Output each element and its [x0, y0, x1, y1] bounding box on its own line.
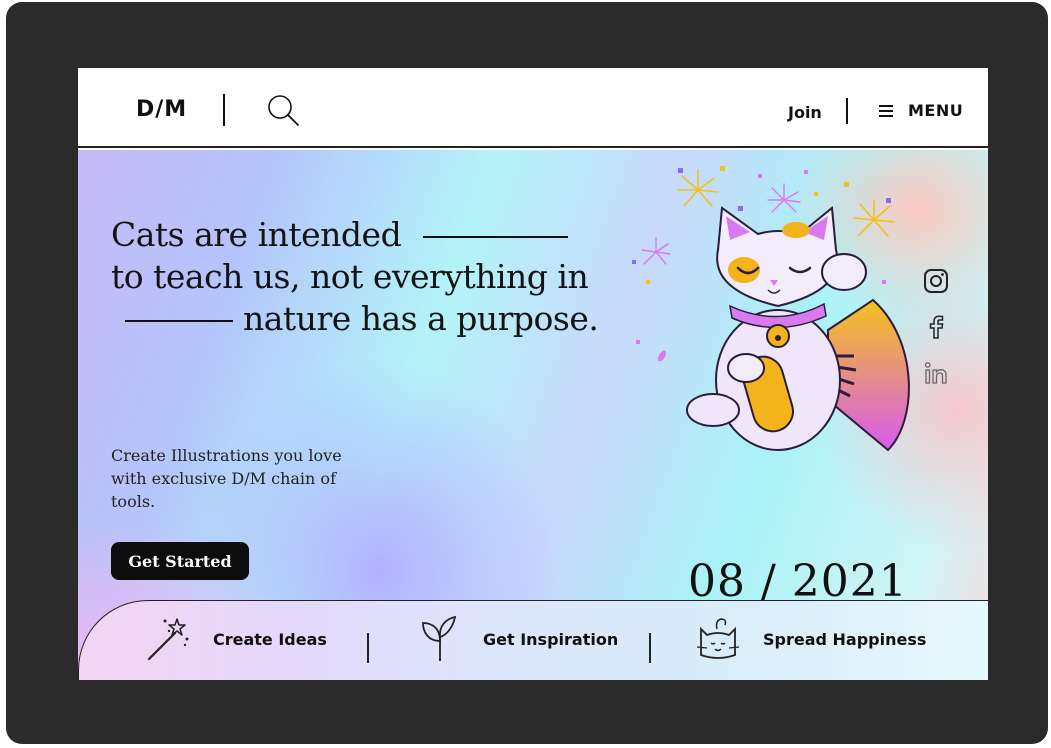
lucky-cat-illustration — [632, 166, 910, 452]
instagram-icon[interactable] — [923, 268, 949, 294]
magic-wand-icon — [147, 618, 189, 661]
feature-label: Get Inspiration — [483, 629, 619, 649]
hero-subtext: Create Illustrations you love with exclu… — [111, 446, 342, 511]
headline-line-2: to teach us, not everything in — [111, 257, 589, 296]
headline-line-3: nature has a purpose. — [243, 299, 599, 338]
feature-create-ideas[interactable]: Create Ideas — [145, 615, 327, 663]
top-navbar: D/M Join MENU — [78, 68, 988, 148]
headline-line-1: Cats are intended — [111, 215, 402, 254]
firework-yellow — [677, 169, 719, 207]
feature-spread-happiness[interactable]: Spread Happiness — [695, 615, 926, 663]
screen: D/M Join MENU Cats are intended to teach… — [78, 68, 988, 680]
feature-divider — [649, 633, 651, 663]
search-icon[interactable] — [266, 93, 302, 129]
linkedin-icon[interactable] — [923, 360, 949, 386]
menu-label: MENU — [908, 101, 964, 120]
join-link[interactable]: Join — [788, 103, 822, 122]
hero-headline: Cats are intended to teach us, not every… — [111, 214, 631, 340]
features-strip: Create Ideas Get Inspiration Spread Happ… — [78, 600, 988, 680]
menu-button[interactable]: MENU — [878, 101, 963, 120]
device-frame: D/M Join MENU Cats are intended to teach… — [6, 2, 1048, 744]
decorative-line — [423, 236, 569, 238]
feature-label: Create Ideas — [213, 629, 327, 649]
cat-face-icon — [696, 618, 740, 659]
header-divider — [846, 98, 848, 124]
get-started-button[interactable]: Get Started — [111, 542, 249, 580]
header-divider — [223, 94, 225, 126]
feature-label: Spread Happiness — [763, 629, 927, 649]
feature-get-inspiration[interactable]: Get Inspiration — [419, 615, 618, 663]
logo[interactable]: D/M — [136, 97, 187, 122]
hamburger-icon — [879, 104, 893, 117]
facebook-icon[interactable] — [923, 314, 949, 340]
decorative-line — [125, 320, 233, 322]
leaf-sprout-icon — [422, 615, 457, 661]
feature-divider — [367, 633, 369, 663]
